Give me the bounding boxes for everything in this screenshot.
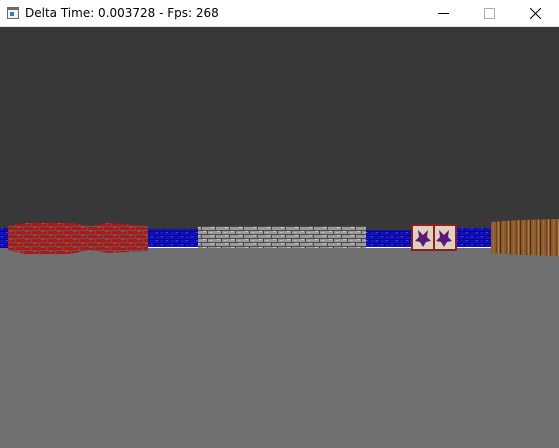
wall-blue-stone (366, 230, 412, 247)
minimize-button[interactable] (421, 0, 467, 27)
window-title: Delta Time: 0.003728 - Fps: 268 (25, 6, 219, 20)
raycast-scene (0, 27, 559, 448)
maximize-button[interactable] (467, 0, 513, 27)
floor (0, 248, 559, 448)
maximize-icon (484, 8, 495, 19)
close-icon (530, 8, 541, 19)
banner-divider (433, 225, 435, 250)
app-window-icon (7, 7, 19, 19)
wall-red-brick (8, 223, 148, 254)
wall-wood (491, 219, 559, 256)
title-bar[interactable]: Delta Time: 0.003728 - Fps: 268 (0, 0, 559, 27)
game-viewport[interactable] (0, 27, 559, 448)
minimize-icon (438, 13, 449, 14)
game-window: Delta Time: 0.003728 - Fps: 268 (0, 0, 559, 448)
wall-blue-stone (456, 228, 491, 247)
wall-grey-stone (198, 226, 366, 248)
wall-blue-stone (0, 228, 8, 248)
ceiling (0, 27, 559, 230)
wall-blue-stone (148, 229, 198, 247)
close-button[interactable] (513, 0, 559, 27)
